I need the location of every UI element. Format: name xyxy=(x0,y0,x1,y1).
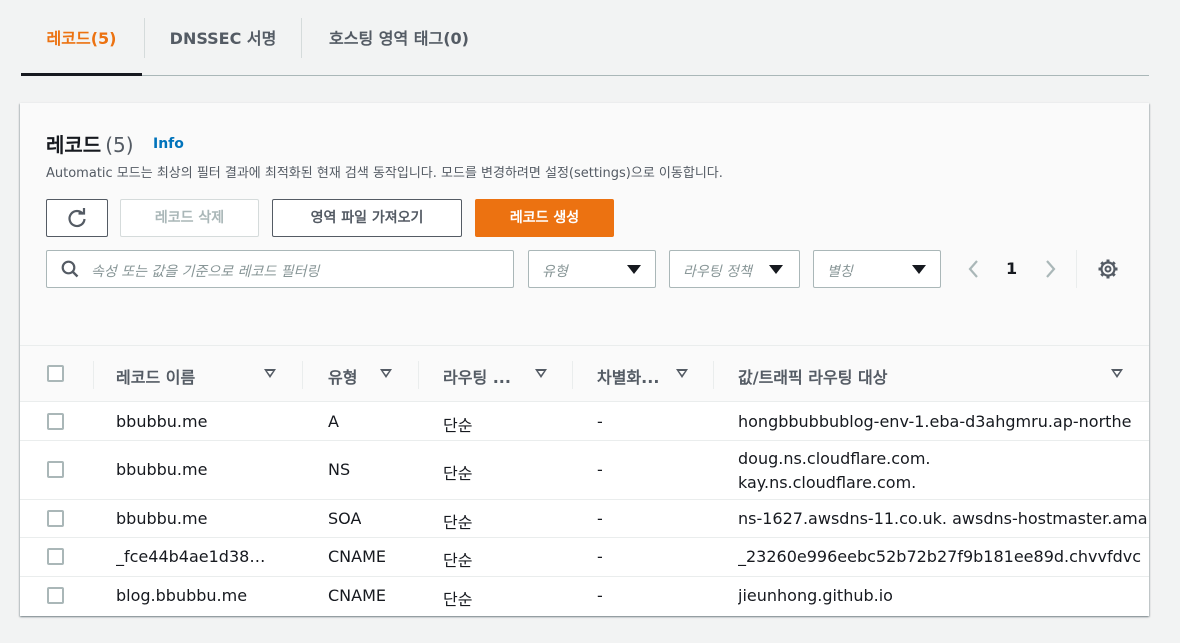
record-name: bbubbu.me xyxy=(116,509,208,528)
record-value: _23260e996eebc52b72b27f9b181ee89d.chvvfd… xyxy=(738,547,1142,566)
panel-header: 레코드 (5) Info Automatic 모드는 최상의 필터 결과에 최적화… xyxy=(20,103,1149,346)
chevron-right-icon[interactable] xyxy=(1040,257,1060,281)
record-count: (5) xyxy=(105,133,134,157)
alias-select[interactable]: 별칭 xyxy=(813,250,941,288)
tab-records[interactable]: 레코드(5) xyxy=(21,0,142,76)
column-header-record-name[interactable]: 레코드 이름 xyxy=(116,364,195,388)
search-input[interactable]: 속성 또는 값을 기준으로 레코드 필터링 xyxy=(46,250,514,288)
record-type: SOA xyxy=(328,509,362,528)
refresh-button[interactable] xyxy=(46,199,108,237)
tab-hosted-zone-tags[interactable]: 호스팅 영역 태그(0) xyxy=(313,0,485,76)
type-select[interactable]: 유형 xyxy=(528,250,656,288)
pager-divider xyxy=(1076,250,1077,288)
delete-record-button[interactable]: 레코드 삭제 xyxy=(120,199,259,237)
record-differentiator: - xyxy=(597,509,603,528)
table-row[interactable]: bbubbu.me SOA 단순 - ns-1627.awsdns-11.co.… xyxy=(20,500,1149,538)
record-routing: 단순 xyxy=(443,513,473,532)
row-checkbox[interactable] xyxy=(47,587,64,604)
caret-down-icon xyxy=(912,265,926,274)
column-header-value[interactable]: 값/트래픽 라우팅 대상 xyxy=(738,364,887,388)
routing-policy-select[interactable]: 라우팅 정책 xyxy=(669,250,800,288)
column-divider xyxy=(418,361,419,389)
table-header: 레코드 이름 유형 라우팅 ... 차별화... 값/트래픽 라우팅 대상 xyxy=(20,346,1149,402)
search-icon xyxy=(61,260,79,278)
record-name: bbubbu.me xyxy=(116,412,208,431)
routing-placeholder: 라우팅 정책 xyxy=(683,264,752,280)
record-value: ns-1627.awsdns-11.co.uk. awsdns-hostmast… xyxy=(738,509,1148,528)
column-header-differentiator[interactable]: 차별화... xyxy=(597,364,659,388)
table-row[interactable]: blog.bbubbu.me CNAME 단순 - jieunhong.gith… xyxy=(20,577,1149,616)
sort-icon[interactable] xyxy=(676,369,688,378)
info-link[interactable]: Info xyxy=(153,136,184,152)
column-header-routing[interactable]: 라우팅 ... xyxy=(443,364,511,388)
caret-down-icon xyxy=(769,265,783,274)
tab-divider xyxy=(144,18,145,58)
record-value: hongbbubbublog-env-1.eba-d3ahgmru.ap-nor… xyxy=(738,412,1132,431)
record-name: blog.bbubbu.me xyxy=(116,586,248,605)
select-all-checkbox[interactable] xyxy=(47,365,64,382)
record-value: doug.ns.cloudflare.com. xyxy=(738,449,931,468)
record-value: kay.ns.cloudflare.com. xyxy=(738,473,917,492)
sort-icon[interactable] xyxy=(1111,369,1123,378)
records-panel: 레코드 (5) Info Automatic 모드는 최상의 필터 결과에 최적화… xyxy=(20,103,1149,616)
search-placeholder: 속성 또는 값을 기준으로 레코드 필터링 xyxy=(91,264,320,280)
record-routing: 단순 xyxy=(443,551,473,570)
record-type: CNAME xyxy=(328,586,386,605)
current-page[interactable]: 1 xyxy=(1006,259,1017,278)
type-placeholder: 유형 xyxy=(542,264,568,280)
sort-icon[interactable] xyxy=(264,369,276,378)
record-differentiator: - xyxy=(597,547,603,566)
tab-bar: 레코드(5) DNSSEC 서명 호스팅 영역 태그(0) xyxy=(21,0,1149,76)
record-differentiator: - xyxy=(597,460,603,479)
column-divider xyxy=(713,361,714,389)
record-type: CNAME xyxy=(328,547,386,566)
tab-dnssec[interactable]: DNSSEC 서명 xyxy=(156,0,290,76)
column-divider xyxy=(302,361,303,389)
record-differentiator: - xyxy=(597,586,603,605)
row-checkbox[interactable] xyxy=(47,510,64,527)
page-title: 레코드 (5) xyxy=(46,129,134,158)
title-text: 레코드 xyxy=(46,133,102,157)
sort-icon[interactable] xyxy=(380,369,392,378)
record-type: A xyxy=(328,412,339,431)
panel-description: Automatic 모드는 최상의 필터 결과에 최적화된 현재 검색 동작입니… xyxy=(46,166,723,181)
caret-down-icon xyxy=(627,265,641,274)
table-row[interactable]: bbubbu.me A 단순 - hongbbubbublog-env-1.eb… xyxy=(20,403,1149,441)
record-routing: 단순 xyxy=(443,416,473,435)
record-differentiator: - xyxy=(597,412,603,431)
refresh-icon xyxy=(68,208,86,228)
import-zone-file-button[interactable]: 영역 파일 가져오기 xyxy=(272,199,462,237)
gear-icon[interactable] xyxy=(1097,258,1119,280)
column-header-type[interactable]: 유형 xyxy=(328,364,357,388)
record-routing: 단순 xyxy=(443,464,473,483)
column-divider xyxy=(93,361,94,389)
chevron-left-icon[interactable] xyxy=(964,257,984,281)
tab-divider xyxy=(301,18,302,58)
record-name: _fce44b4ae1d38… xyxy=(116,547,266,566)
row-checkbox[interactable] xyxy=(47,461,64,478)
row-checkbox[interactable] xyxy=(47,413,64,430)
table-row[interactable]: _fce44b4ae1d38… CNAME 단순 - _23260e996eeb… xyxy=(20,538,1149,577)
create-record-button[interactable]: 레코드 생성 xyxy=(475,199,614,237)
alias-placeholder: 별칭 xyxy=(827,264,853,280)
row-checkbox[interactable] xyxy=(47,548,64,565)
table-row[interactable]: bbubbu.me NS 단순 - doug.ns.cloudflare.com… xyxy=(20,441,1149,500)
record-routing: 단순 xyxy=(443,590,473,609)
record-type: NS xyxy=(328,460,351,479)
record-value: jieunhong.github.io xyxy=(738,586,893,605)
column-divider xyxy=(572,361,573,389)
record-name: bbubbu.me xyxy=(116,460,208,479)
sort-icon[interactable] xyxy=(535,369,547,378)
